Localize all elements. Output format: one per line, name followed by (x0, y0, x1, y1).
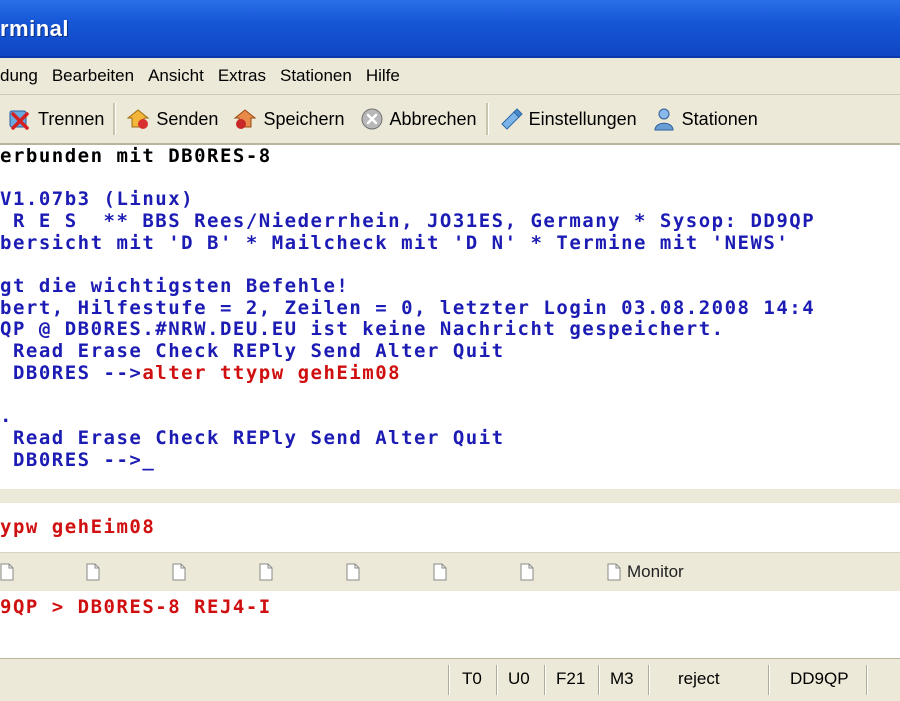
terminal-line: R E S ** BBS Rees/Niederrhein, JO31ES, G… (0, 210, 816, 232)
terminal-line: gt die wichtigsten Befehle! (0, 275, 350, 297)
terminal-line: V1.07b3 (Linux) (0, 188, 195, 210)
document-icon (607, 563, 621, 581)
status-separator (448, 665, 450, 695)
channel-tab[interactable] (433, 557, 453, 587)
menu-ansicht[interactable]: Ansicht (141, 66, 211, 86)
tab-monitor-label: Monitor (627, 562, 684, 581)
status-separator (866, 665, 868, 695)
channel-tab[interactable] (86, 557, 106, 587)
status-separator (598, 665, 600, 695)
terminal-line: DB0RES -->alter ttypw gehEim08 (0, 362, 402, 384)
menu-verbindung[interactable]: dung (0, 66, 45, 86)
title-bar[interactable]: rminal (0, 0, 900, 58)
terminal-output[interactable]: erbunden mit DB0RES-8 V1.07b3 (Linux) R … (0, 145, 900, 488)
terminal-line: Read Erase Check REPly Send Alter Quit (0, 340, 505, 362)
window-title: rminal (0, 16, 70, 41)
document-icon (86, 563, 100, 581)
user-icon (654, 108, 674, 131)
terminal-line: DB0RES -->_ (0, 449, 156, 471)
document-icon (520, 563, 534, 581)
toolbar-separator (485, 103, 489, 135)
terminal-line: QP @ DB0RES.#NRW.DEU.EU ist keine Nachri… (0, 318, 725, 340)
status-callsign: DD9QP (790, 669, 849, 688)
terminal-line: bersicht mit 'D B' * Mailcheck mit 'D N'… (0, 232, 790, 254)
save-icon (234, 109, 257, 129)
send-icon (126, 109, 150, 129)
terminal-line: Read Erase Check REPly Send Alter Quit (0, 427, 505, 449)
document-icon (433, 563, 447, 581)
menu-extras[interactable]: Extras (211, 66, 273, 86)
abort-icon (361, 108, 382, 130)
menu-stationen[interactable]: Stationen (273, 66, 359, 86)
pane-splitter[interactable] (0, 488, 900, 504)
send-label: Senden (156, 108, 219, 129)
disconnect-icon (9, 110, 29, 130)
echoed-command: alter ttypw gehEim08 (142, 362, 402, 384)
document-icon (172, 563, 186, 581)
status-state: reject (678, 669, 720, 688)
save-label: Speichern (263, 108, 345, 129)
settings-button[interactable]: Einstellungen (491, 99, 644, 139)
status-f21: F21 (556, 669, 586, 688)
channel-tab[interactable] (0, 557, 20, 587)
terminal-line: . (0, 405, 13, 427)
tab-monitor[interactable]: Monitor (607, 557, 684, 587)
status-separator (768, 665, 770, 695)
terminal-line: bert, Hilfestufe = 2, Zeilen = 0, letzte… (0, 297, 816, 319)
monitor-output[interactable]: 9QP > DB0RES-8 REJ4-I (0, 591, 900, 657)
stations-label: Stationen (681, 108, 758, 129)
save-button[interactable]: Speichern (225, 99, 351, 139)
channel-tab[interactable] (259, 557, 279, 587)
stations-button[interactable]: Stationen (644, 99, 765, 139)
document-icon (0, 563, 14, 581)
status-t0: T0 (462, 669, 482, 688)
abort-label: Abbrechen (389, 108, 477, 129)
send-button[interactable]: Senden (118, 99, 225, 139)
channel-tab[interactable] (172, 557, 192, 587)
status-m3: M3 (610, 669, 634, 688)
terminal-line: erbunden mit DB0RES-8 (0, 145, 272, 167)
toolbar: Trennen Senden Speichern Abbrechen Einst… (0, 95, 900, 145)
menu-hilfe[interactable]: Hilfe (359, 66, 407, 86)
settings-icon (500, 108, 523, 130)
channel-tabs: Monitor (0, 552, 900, 592)
settings-label: Einstellungen (528, 108, 637, 129)
status-u0: U0 (508, 669, 530, 688)
status-separator (544, 665, 546, 695)
abort-button[interactable]: Abbrechen (352, 99, 484, 139)
disconnect-label: Trennen (38, 108, 105, 129)
document-icon (346, 563, 360, 581)
disconnect-button[interactable]: Trennen (0, 99, 111, 139)
toolbar-separator (113, 103, 117, 135)
status-bar: T0 U0 F21 M3 reject DD9QP (0, 658, 900, 701)
monitor-line: 9QP > DB0RES-8 REJ4-I (0, 596, 272, 618)
status-separator (496, 665, 498, 695)
menu-bar: dung Bearbeiten Ansicht Extras Stationen… (0, 58, 900, 95)
channel-tab[interactable] (346, 557, 366, 587)
document-icon (259, 563, 273, 581)
menu-bearbeiten[interactable]: Bearbeiten (45, 66, 141, 86)
command-input[interactable]: ypw gehEim08 (0, 503, 900, 551)
channel-tab[interactable] (520, 557, 540, 587)
status-separator (648, 665, 650, 695)
